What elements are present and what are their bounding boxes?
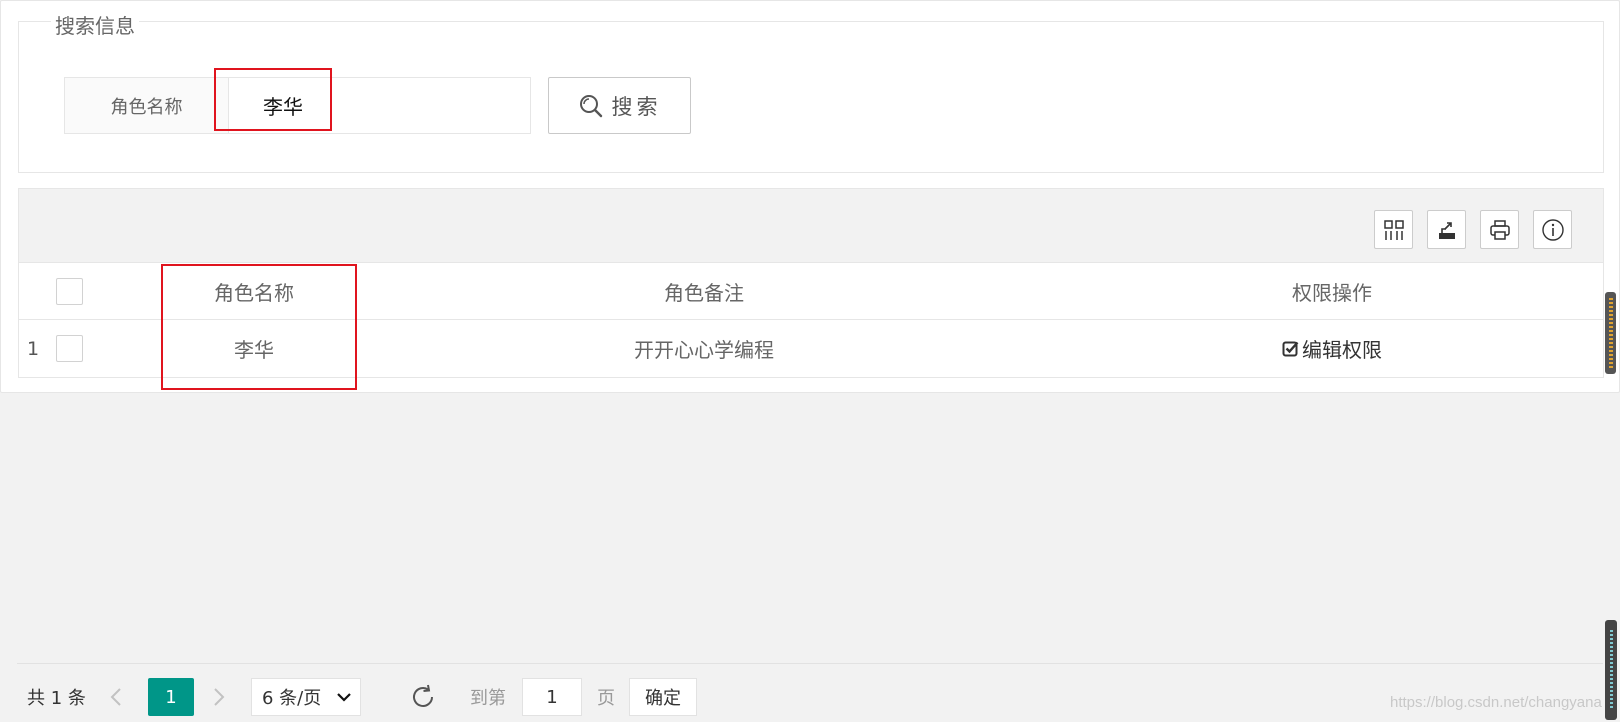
chevron-left-icon	[110, 688, 121, 706]
search-button[interactable]: 搜索	[548, 77, 691, 134]
current-page-button[interactable]: 1	[148, 678, 194, 716]
pager-total: 共 1 条	[27, 688, 86, 709]
info-icon	[1541, 218, 1564, 241]
cell-role-name: 李华	[234, 338, 274, 362]
role-name-input[interactable]	[228, 77, 531, 134]
goto-confirm-button[interactable]: 确定	[629, 678, 697, 716]
chevron-right-icon	[214, 688, 225, 706]
search-fieldset: 搜索信息 角色名称 搜索	[18, 10, 1604, 173]
edit-permission-link[interactable]: 编辑权限	[1282, 334, 1382, 363]
next-page-button[interactable]	[212, 678, 226, 716]
export-button[interactable]	[1427, 210, 1466, 249]
pagination: 共 1 条 1 6 条/页 到第 1 页 确定	[17, 663, 1603, 722]
page-label: 页	[597, 688, 615, 709]
goto-page-input[interactable]: 1	[522, 678, 582, 716]
search-button-label: 搜索	[611, 94, 662, 119]
row-checkbox[interactable]	[56, 335, 83, 362]
role-name-label: 角色名称	[64, 77, 228, 134]
table-toolbar	[19, 189, 1603, 263]
row-number: 1	[27, 337, 40, 360]
cell-action: 编辑权限	[1059, 320, 1605, 377]
checked-square-icon	[1282, 341, 1299, 356]
columns-icon	[1383, 219, 1404, 240]
cell-remark: 开开心心学编程	[634, 338, 774, 362]
column-header-role-name[interactable]: 角色名称	[159, 263, 349, 319]
search-panel: 搜索信息 角色名称 搜索	[0, 0, 1620, 393]
scrollbar-thumb-lower[interactable]	[1605, 620, 1617, 720]
refresh-button[interactable]	[409, 678, 437, 716]
search-icon	[579, 94, 602, 117]
export-icon	[1438, 221, 1455, 239]
refresh-icon	[413, 684, 433, 707]
role-table: 角色名称 角色备注 权限操作 1 李华 开开心心学编程 编辑权限	[18, 188, 1604, 378]
watermark: https://blog.csdn.net/changyana	[1390, 694, 1602, 711]
print-icon	[1489, 219, 1510, 240]
edit-permission-label: 编辑权限	[1302, 338, 1382, 362]
chevron-down-icon	[337, 693, 351, 702]
columns-button[interactable]	[1374, 210, 1413, 249]
goto-label: 到第	[470, 688, 506, 709]
info-button[interactable]	[1533, 210, 1572, 249]
select-all-checkbox[interactable]	[56, 278, 83, 305]
column-header-action[interactable]: 权限操作	[1059, 263, 1605, 319]
print-button[interactable]	[1480, 210, 1519, 249]
page-size-value: 6 条/页	[262, 688, 322, 709]
table-row: 1 李华 开开心心学编程 编辑权限	[19, 320, 1603, 377]
search-legend: 搜索信息	[51, 10, 139, 39]
page-size-select[interactable]: 6 条/页	[251, 678, 361, 716]
column-header-remark[interactable]: 角色备注	[349, 263, 1059, 319]
table-header: 角色名称 角色备注 权限操作	[19, 263, 1603, 320]
prev-page-button[interactable]	[109, 678, 123, 716]
scrollbar-thumb[interactable]	[1605, 292, 1616, 374]
